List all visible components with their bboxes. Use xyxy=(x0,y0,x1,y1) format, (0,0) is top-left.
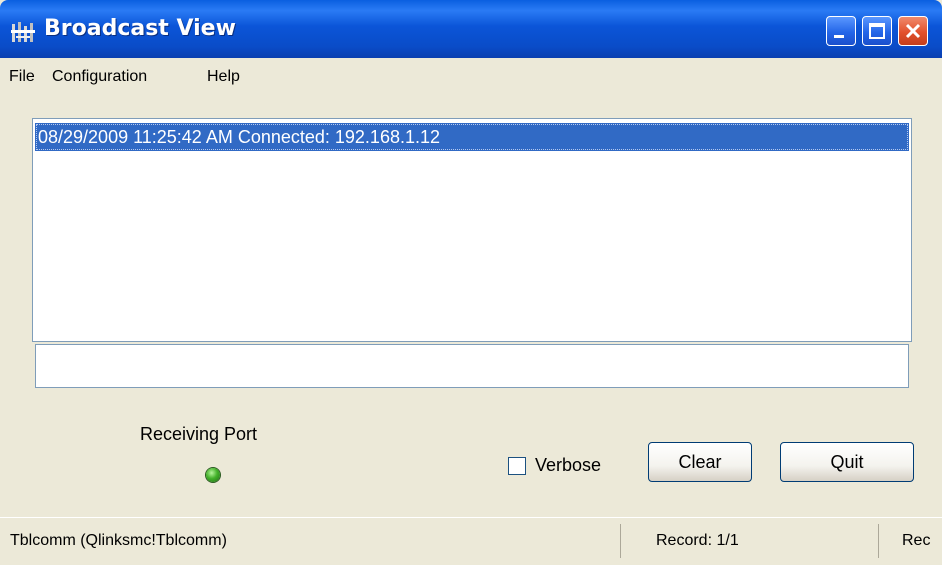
status-bar: Tblcomm (Qlinksmc!Tblcomm) Record: 1/1 R… xyxy=(0,517,942,565)
menu-help[interactable]: Help xyxy=(207,68,240,86)
log-list[interactable]: 08/29/2009 11:25:42 AM Connected: 192.16… xyxy=(32,118,912,342)
close-button[interactable] xyxy=(898,16,928,46)
menu-bar: File Configuration Help xyxy=(0,58,942,94)
minimize-button[interactable] xyxy=(826,16,856,46)
close-icon xyxy=(905,23,921,39)
receiving-port-label: Receiving Port xyxy=(140,424,258,444)
quit-button[interactable]: Quit xyxy=(780,442,914,482)
status-record-truncated: Rec xyxy=(902,532,931,549)
message-input[interactable] xyxy=(35,344,909,388)
broadcast-view-window: Broadcast View File Configuration Help 0… xyxy=(0,0,942,565)
checkbox-box[interactable] xyxy=(508,457,526,475)
log-entry-selected[interactable]: 08/29/2009 11:25:42 AM Connected: 192.16… xyxy=(35,123,909,151)
window-title: Broadcast View xyxy=(44,16,236,41)
minimize-icon xyxy=(834,35,844,38)
menu-configuration[interactable]: Configuration xyxy=(52,68,147,86)
maximize-icon xyxy=(869,23,885,39)
clear-button[interactable]: Clear xyxy=(648,442,752,482)
status-record: Record: 1/1 xyxy=(656,532,739,549)
app-icon xyxy=(10,20,36,46)
verbose-label: Verbose xyxy=(535,455,602,475)
receiving-port-status-led-icon xyxy=(206,468,220,482)
status-divider xyxy=(878,524,879,558)
title-bar[interactable]: Broadcast View xyxy=(0,0,942,58)
menu-file[interactable]: File xyxy=(9,68,35,86)
status-connection: Tblcomm (Qlinksmc!Tblcomm) xyxy=(10,532,227,549)
maximize-button[interactable] xyxy=(862,16,892,46)
status-divider xyxy=(620,524,621,558)
